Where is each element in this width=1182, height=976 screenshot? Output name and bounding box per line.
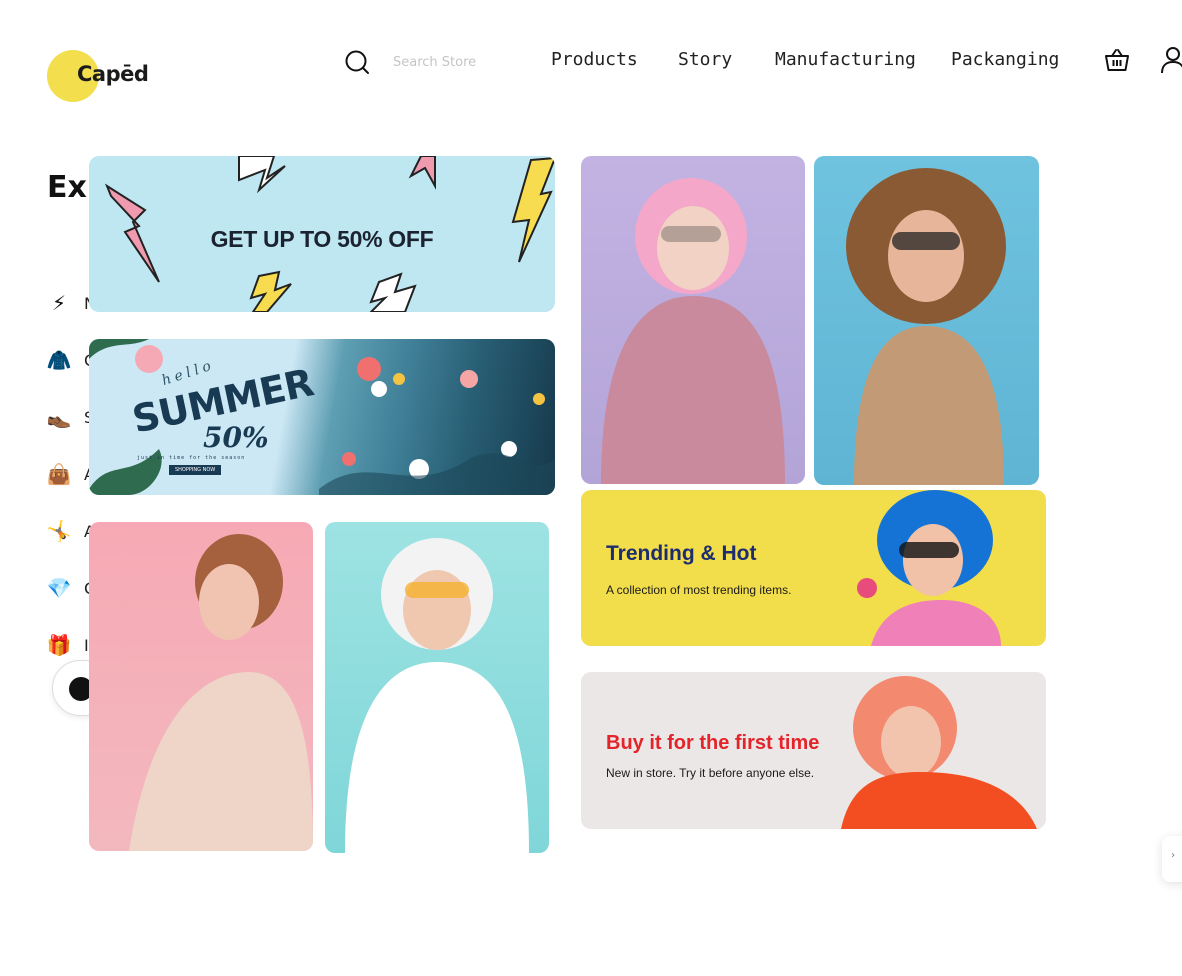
first-time-subtitle: New in store. Try it before anyone else.	[606, 766, 815, 780]
nav-manufacturing[interactable]: Manufacturing	[775, 49, 916, 73]
summer-cta-button[interactable]: SHOPPING NOW	[169, 465, 222, 475]
gift-icon: 🎁	[46, 633, 72, 657]
summer-sale-banner[interactable]: hello SUMMER 50% just in time for the se…	[89, 339, 555, 495]
model-blue-hair-illustration	[857, 490, 1001, 646]
gymnast-icon: 🤸	[46, 519, 72, 543]
brand-name: Capēd	[77, 62, 149, 86]
handbag-icon: 👜	[46, 462, 72, 486]
summer-discount: 50%	[203, 421, 269, 454]
model-figure	[345, 538, 529, 853]
trending-subtitle: A collection of most trending items.	[606, 583, 792, 597]
lightning-icon: ⚡	[51, 291, 67, 315]
model-pink-hair-photo[interactable]	[581, 156, 805, 484]
model-blowing-kiss-photo[interactable]	[89, 522, 313, 851]
trending-hot-banner[interactable]: Trending & Hot A collection of most tren…	[581, 490, 1046, 646]
brand-logo[interactable]: Capēd	[47, 50, 167, 102]
shoe-icon: 👞	[46, 405, 72, 429]
trending-title: Trending & Hot	[606, 542, 757, 565]
coat-icon: 🧥	[46, 348, 72, 372]
summer-tagline: just in time for the season	[137, 455, 246, 461]
chevron-icon: ›	[1170, 850, 1177, 861]
model-figure	[129, 534, 313, 851]
gem-icon: 💎	[46, 576, 72, 600]
nav-products[interactable]: Products	[551, 49, 638, 73]
side-widget[interactable]: ›	[1162, 836, 1182, 882]
search-icon[interactable]	[343, 48, 371, 76]
model-figure	[846, 168, 1006, 485]
model-white-hair-photo[interactable]	[325, 522, 549, 853]
first-time-banner[interactable]: Buy it for the first time New in store. …	[581, 672, 1046, 829]
search-bar[interactable]	[343, 46, 503, 78]
user-icon[interactable]	[1160, 45, 1182, 75]
nav-packaging[interactable]: Packanging	[951, 49, 1059, 73]
first-time-title: Buy it for the first time	[606, 732, 820, 754]
sale-banner[interactable]: GET UP TO 50% OFF	[89, 156, 555, 312]
nav-story[interactable]: Story	[678, 49, 732, 73]
basket-icon[interactable]	[1103, 46, 1131, 74]
model-figure	[601, 178, 785, 484]
mega-menu: GET UP TO 50% OFF hello SUMMER 50% just …	[88, 156, 1048, 856]
model-curly-hair-photo[interactable]	[814, 156, 1039, 485]
search-input[interactable]	[393, 52, 503, 72]
sale-headline: GET UP TO 50% OFF	[210, 226, 434, 252]
